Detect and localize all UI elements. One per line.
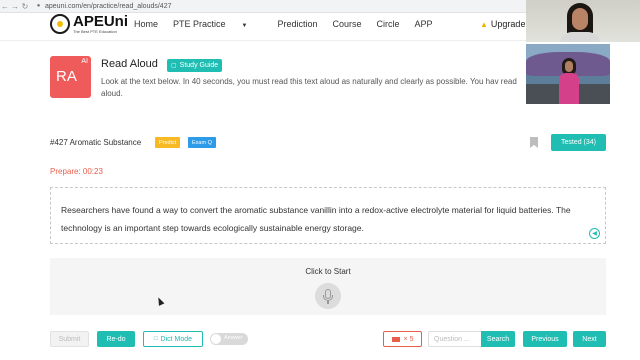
brand-logo[interactable]: APEUni The Best PTE Education xyxy=(50,14,128,34)
brand-name: APEUni xyxy=(73,13,129,30)
passage-text: Researchers have found a way to convert … xyxy=(61,205,571,233)
read-aloud-badge: AI RA xyxy=(50,56,91,98)
page-title: Read Aloud xyxy=(101,58,158,70)
caret-down-icon: ▼ xyxy=(241,23,248,29)
nav-pte-practice[interactable]: PTE Practice ▼ xyxy=(173,19,262,29)
nav-home[interactable]: Home xyxy=(134,19,158,29)
ticket-count-button[interactable]: × 5 xyxy=(383,331,422,347)
prepare-timer: Prepare: 00:23 xyxy=(50,167,103,176)
study-guide-button[interactable]: ▢ Study Guide xyxy=(167,59,223,72)
reload-icon[interactable]: ↻ xyxy=(20,2,30,11)
question-search-input[interactable]: Question ... xyxy=(428,331,481,347)
search-button[interactable]: Search xyxy=(481,331,515,347)
nav-course[interactable]: Course xyxy=(333,19,362,29)
toggle-knob xyxy=(211,334,221,344)
task-instructions: Look at the text below. In 40 seconds, y… xyxy=(101,77,517,98)
crown-icon: ▲ xyxy=(480,20,488,29)
speaker-icon[interactable]: ◀ xyxy=(589,228,600,239)
predict-tag: Predict xyxy=(155,137,181,148)
webcam-feed-participant xyxy=(526,44,610,104)
ticket-icon xyxy=(391,336,400,342)
answer-toggle[interactable]: Answer xyxy=(210,333,248,345)
webcam-feed-presenter xyxy=(526,0,640,42)
bookmark-icon[interactable] xyxy=(530,137,538,148)
book-icon: ▢ xyxy=(171,63,177,69)
question-number: #427 Aromatic Substance xyxy=(50,138,142,147)
dict-mode-button[interactable]: □ Dict Mode xyxy=(143,331,203,347)
passage-box: Researchers have found a way to convert … xyxy=(50,187,606,244)
exam-q-tag: Exam Q xyxy=(188,137,216,148)
microphone-icon[interactable] xyxy=(315,283,341,309)
dictionary-icon: □ xyxy=(153,336,158,342)
click-to-start-label: Click to Start xyxy=(305,267,351,276)
main-menu: Home PTE Practice ▼ Prediction Course Cir… xyxy=(134,19,448,29)
url-text[interactable]: apeuni.com/en/practice/read_alouds/427 xyxy=(45,3,171,10)
submit-button[interactable]: Submit xyxy=(50,331,89,347)
answer-toggle-label: Answer xyxy=(224,335,243,341)
logo-mark-icon xyxy=(50,14,70,34)
brand-tagline: The Best PTE Education xyxy=(73,29,117,34)
nav-app[interactable]: APP xyxy=(415,19,433,29)
ai-label: AI xyxy=(81,58,88,65)
redo-button[interactable]: Re-do xyxy=(97,331,135,347)
forward-arrow-icon[interactable]: → xyxy=(10,2,20,11)
nav-circle[interactable]: Circle xyxy=(377,19,400,29)
nav-prediction[interactable]: Prediction xyxy=(277,19,317,29)
app-page: ← → ↻ ● apeuni.com/en/practice/read_alou… xyxy=(0,0,640,360)
next-button[interactable]: Next xyxy=(573,331,606,347)
back-arrow-icon[interactable]: ← xyxy=(0,2,10,11)
lock-icon: ● xyxy=(36,3,41,9)
tested-count-button[interactable]: Tested (34) xyxy=(551,134,606,151)
ra-label: RA xyxy=(56,68,77,85)
previous-button[interactable]: Previous xyxy=(523,331,567,347)
